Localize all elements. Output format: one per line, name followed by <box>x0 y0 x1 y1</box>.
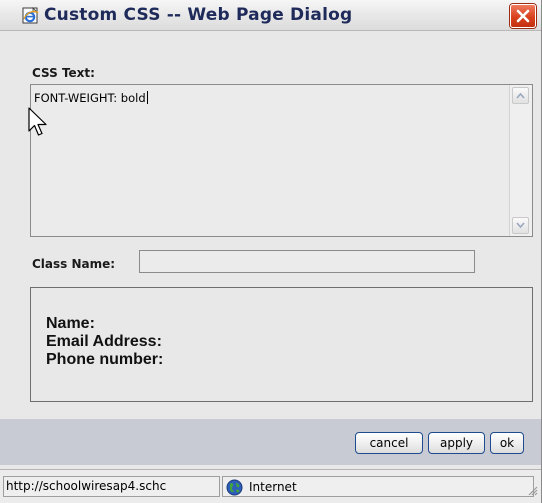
css-text-label: CSS Text: <box>32 66 95 80</box>
globe-icon <box>226 479 243 500</box>
preview-box: Name: Email Address: Phone number: <box>30 287 533 402</box>
window-title: Custom CSS -- Web Page Dialog <box>44 5 353 25</box>
scroll-down-button[interactable] <box>512 217 529 234</box>
class-name-label: Class Name: <box>32 257 116 271</box>
css-text-content: FONT-WEIGHT: bold <box>34 91 148 105</box>
css-text-area[interactable]: FONT-WEIGHT: bold <box>30 84 533 237</box>
vertical-scrollbar[interactable] <box>509 85 532 236</box>
custom-css-dialog: Custom CSS -- Web Page Dialog CSS Text: … <box>0 0 542 503</box>
close-icon <box>516 9 530 23</box>
zone-label: Internet <box>249 480 297 494</box>
preview-line-name: Name: <box>46 315 95 332</box>
scroll-up-button[interactable] <box>512 87 529 104</box>
mouse-pointer-icon <box>28 107 50 143</box>
text-caret <box>146 91 148 104</box>
dialog-footer: cancel apply ok <box>0 419 541 465</box>
status-bar: http://schoolwiresap4.schc Internet <box>0 469 541 503</box>
status-url: http://schoolwiresap4.schc <box>3 476 220 497</box>
title-bar[interactable]: Custom CSS -- Web Page Dialog <box>0 0 541 31</box>
preview-line-email: Email Address: <box>46 333 162 350</box>
cancel-button[interactable]: cancel <box>355 432 423 454</box>
ie-page-icon <box>22 7 40 24</box>
preview-line-phone: Phone number: <box>46 351 164 368</box>
chevron-up-icon <box>516 92 525 99</box>
ok-button[interactable]: ok <box>490 432 524 454</box>
css-text-value: FONT-WEIGHT: bold <box>34 91 146 105</box>
close-button[interactable] <box>510 4 536 28</box>
resize-grip-icon[interactable] <box>526 481 538 500</box>
security-zone: Internet <box>222 476 534 497</box>
chevron-down-icon <box>516 222 525 229</box>
apply-button[interactable]: apply <box>428 432 485 454</box>
class-name-input[interactable] <box>139 250 475 273</box>
